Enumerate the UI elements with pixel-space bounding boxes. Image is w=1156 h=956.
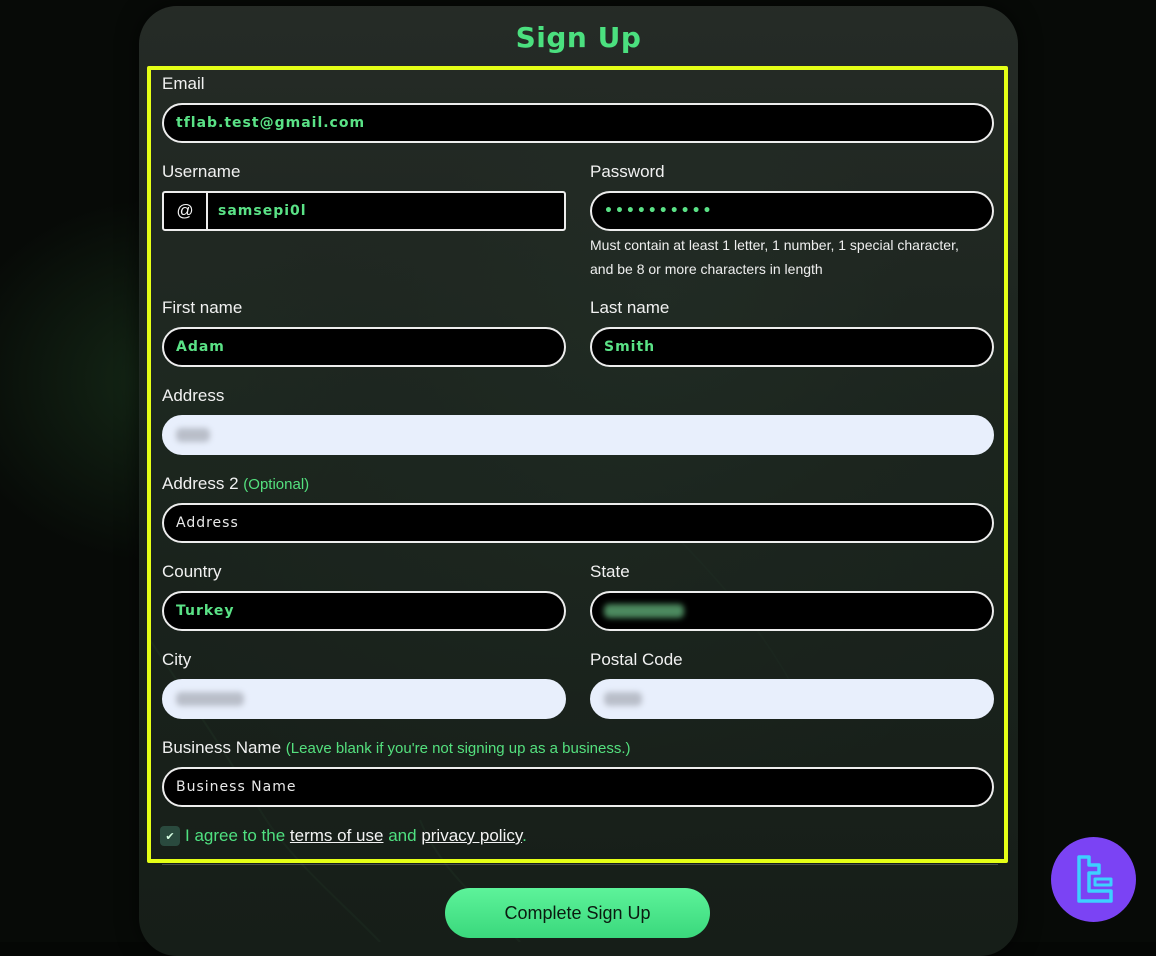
city-label: City xyxy=(162,650,192,669)
business-name-placeholder: Business Name xyxy=(176,779,297,795)
username-label: Username xyxy=(162,162,241,181)
password-field[interactable]: •••••••••• xyxy=(590,191,994,231)
agree-prefix: I agree to the xyxy=(185,826,286,845)
address2-field[interactable]: Address xyxy=(162,503,994,543)
first-name-value: Adam xyxy=(176,339,225,355)
city-field[interactable] xyxy=(162,679,566,719)
last-name-label: Last name xyxy=(590,298,670,317)
last-name-value: Smith xyxy=(604,339,656,355)
postal-code-label: Postal Code xyxy=(590,650,683,669)
optional-tag: (Optional) xyxy=(243,476,310,493)
agree-suffix: . xyxy=(522,826,527,845)
address-redacted-value xyxy=(176,428,210,442)
divider xyxy=(162,864,998,865)
state-redacted-value xyxy=(604,604,684,618)
password-hint: Must contain at least 1 letter, 1 number… xyxy=(590,237,959,277)
address2-label: Address 2 (Optional) xyxy=(162,473,309,496)
address-label: Address xyxy=(162,386,225,405)
agree-row: ✔ I agree to the terms of use and privac… xyxy=(160,824,527,848)
business-name-label-text: Business Name xyxy=(162,738,282,757)
privacy-policy-link[interactable]: privacy policy xyxy=(421,826,522,845)
address2-label-text: Address 2 xyxy=(162,474,239,493)
email-value: tflab.test@gmail.com xyxy=(176,115,366,131)
tf-logo-glyph xyxy=(1076,854,1113,903)
first-name-field[interactable]: Adam xyxy=(162,327,566,367)
username-field[interactable]: @ samsepi0l xyxy=(162,191,566,231)
state-field[interactable] xyxy=(590,591,994,631)
business-name-note: (Leave blank if you're not signing up as… xyxy=(285,740,631,757)
country-label: Country xyxy=(162,562,222,581)
at-prefix: @ xyxy=(164,193,208,229)
password-label: Password xyxy=(590,162,665,181)
agree-text: I agree to the terms of use and privacy … xyxy=(185,826,527,846)
postal-code-field[interactable] xyxy=(590,679,994,719)
last-name-field[interactable]: Smith xyxy=(590,327,994,367)
terms-of-use-link[interactable]: terms of use xyxy=(290,826,384,845)
country-field[interactable]: Turkey xyxy=(162,591,566,631)
page-title: Sign Up xyxy=(515,21,642,54)
password-value: •••••••••• xyxy=(604,203,714,219)
first-name-label: First name xyxy=(162,298,243,317)
tf-logo-icon xyxy=(1051,837,1136,922)
email-label: Email xyxy=(162,74,205,93)
business-name-field[interactable]: Business Name xyxy=(162,767,994,807)
email-field[interactable]: tflab.test@gmail.com xyxy=(162,103,994,143)
address-field[interactable] xyxy=(162,415,994,455)
address2-placeholder: Address xyxy=(176,515,239,531)
complete-signup-button[interactable]: Complete Sign Up xyxy=(445,888,710,938)
agree-and: and xyxy=(388,826,417,845)
business-name-label: Business Name (Leave blank if you're not… xyxy=(162,737,631,760)
country-value: Turkey xyxy=(176,603,235,619)
username-value: samsepi0l xyxy=(218,203,307,219)
agree-checkbox[interactable]: ✔ xyxy=(160,826,180,846)
postal-code-redacted-value xyxy=(604,692,642,706)
state-label: State xyxy=(590,562,630,581)
check-icon: ✔ xyxy=(165,829,175,843)
city-redacted-value xyxy=(176,692,244,706)
